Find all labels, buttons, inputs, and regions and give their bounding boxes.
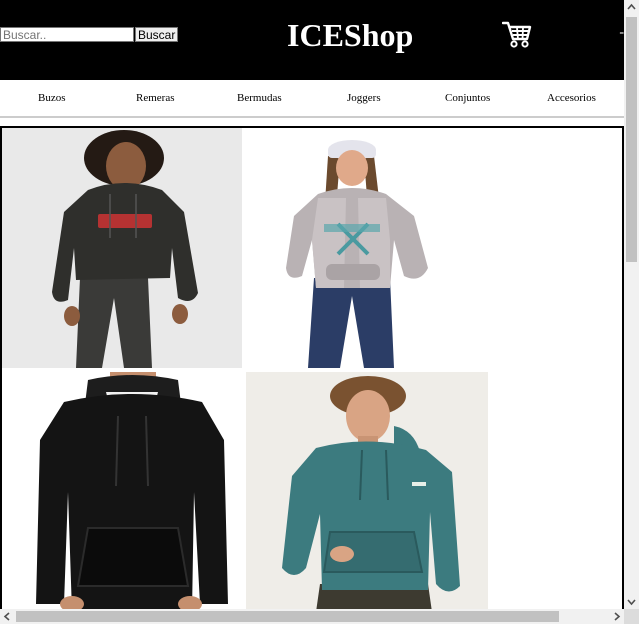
search-input[interactable] bbox=[0, 27, 134, 42]
page-viewport: Buscar ICEShop - Buzos Remeras Bermudas … bbox=[0, 0, 624, 609]
shopping-cart-icon[interactable] bbox=[502, 20, 532, 48]
scroll-down-arrow-icon[interactable] bbox=[624, 594, 639, 609]
vertical-scrollbar-thumb[interactable] bbox=[626, 17, 637, 262]
scrollbar-corner bbox=[624, 609, 639, 624]
scroll-right-arrow-icon[interactable] bbox=[609, 609, 624, 624]
scroll-left-arrow-icon[interactable] bbox=[0, 609, 15, 624]
product-card-1[interactable] bbox=[2, 128, 242, 368]
nav-item-bermudas[interactable]: Bermudas bbox=[237, 92, 282, 105]
search-button[interactable]: Buscar bbox=[135, 27, 179, 42]
nav-item-buzos[interactable]: Buzos bbox=[38, 92, 66, 105]
nav-item-accesorios[interactable]: Accesorios bbox=[547, 92, 596, 105]
product-image-black-hoodie bbox=[2, 372, 246, 609]
vertical-scrollbar[interactable] bbox=[624, 0, 639, 609]
scroll-up-arrow-icon[interactable] bbox=[624, 0, 639, 15]
product-image-woman-black-hoodie bbox=[2, 128, 242, 368]
product-grid bbox=[0, 126, 624, 609]
category-nav: Buzos Remeras Bermudas Joggers Conjuntos… bbox=[0, 80, 624, 118]
nav-item-remeras[interactable]: Remeras bbox=[136, 92, 174, 105]
product-image-man-teal-hoodie bbox=[246, 372, 488, 609]
search-form: Buscar bbox=[0, 27, 179, 42]
horizontal-scrollbar-thumb[interactable] bbox=[16, 611, 559, 622]
product-card-4[interactable] bbox=[246, 372, 488, 609]
product-image-girl-grey-hoodie bbox=[244, 128, 488, 368]
site-header: Buscar ICEShop - bbox=[0, 0, 624, 80]
product-card-3[interactable] bbox=[2, 372, 246, 609]
horizontal-scrollbar[interactable] bbox=[0, 609, 624, 624]
nav-item-conjuntos[interactable]: Conjuntos bbox=[445, 92, 490, 105]
product-card-2[interactable] bbox=[244, 128, 488, 368]
brand-title[interactable]: ICEShop bbox=[287, 17, 413, 53]
nav-item-joggers[interactable]: Joggers bbox=[347, 92, 381, 105]
